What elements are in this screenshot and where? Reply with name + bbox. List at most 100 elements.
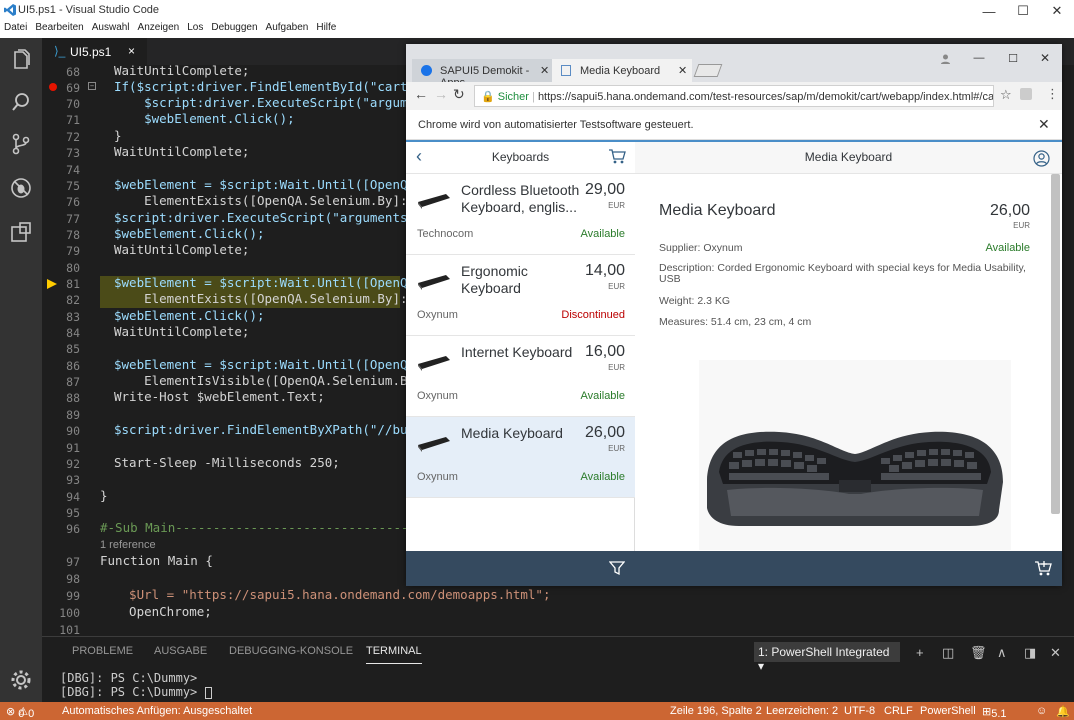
code-line: $webElement.Click(); (114, 226, 265, 241)
code-line: WaitUntilComplete; (114, 144, 250, 159)
line-number: 69 (66, 81, 80, 95)
indentation[interactable]: Leerzeichen: 2 (766, 705, 838, 717)
infobar-close-icon[interactable]: ✕ (1038, 116, 1050, 133)
line-number: 71 (66, 113, 80, 127)
tab-debugging-konsole[interactable]: DEBUGGING-KONSOLE (229, 645, 353, 657)
product-name: Media Keyboard (461, 425, 563, 441)
menu-debuggen[interactable]: Debuggen (211, 22, 257, 38)
cursor-position[interactable]: Zeile 196, Spalte 2 (670, 705, 762, 717)
chevron-up-icon[interactable]: ∧ (997, 645, 1007, 661)
menu-bar: Datei Bearbeiten Auswahl Anzeigen Los De… (0, 22, 1074, 38)
product-list-item[interactable]: Cordless Bluetooth Keyboard, englis... 29… (406, 174, 635, 255)
feedback-icon[interactable]: ☺ (1036, 705, 1047, 717)
tab-media-keyboard[interactable]: Media Keyboard ✕ (552, 59, 692, 82)
terminal-cursor (204, 686, 212, 699)
menu-datei[interactable]: Datei (4, 22, 27, 38)
tab-close-icon[interactable]: ✕ (540, 64, 549, 77)
star-icon[interactable]: ☆ (1000, 87, 1012, 103)
tab-sapui5-demokit[interactable]: SAPUI5 Demokit - Apps ✕ (412, 59, 552, 89)
terminal-select[interactable]: 1: PowerShell Integrated ▾ (754, 642, 900, 673)
new-tab-button[interactable] (693, 64, 723, 77)
menu-aufgaben[interactable]: Aufgaben (266, 22, 309, 38)
debug-icon[interactable] (9, 176, 33, 200)
menu-los[interactable]: Los (187, 22, 203, 38)
auto-attach-status[interactable]: Automatisches Anfügen: Ausgeschaltet (62, 705, 252, 717)
line-number: 75 (66, 179, 80, 193)
cart-icon[interactable] (608, 149, 626, 165)
encoding[interactable]: UTF-8 (844, 705, 875, 717)
detail-scrollbar[interactable] (1051, 174, 1060, 514)
menu-anzeigen[interactable]: Anzeigen (138, 22, 180, 38)
line-number: 94 (66, 490, 80, 504)
source-control-icon[interactable] (9, 132, 33, 156)
code-line: WaitUntilComplete; (114, 242, 250, 257)
new-terminal-icon[interactable]: + (916, 645, 924, 660)
chrome-close-button[interactable]: ✕ (1028, 44, 1062, 72)
line-number: 73 (66, 146, 80, 160)
detail-product-name: Media Keyboard (659, 202, 776, 219)
tab-close-icon[interactable]: × (128, 44, 135, 58)
breakpoint-icon[interactable] (49, 83, 57, 91)
bottom-panel: PROBLEME AUSGABE DEBUGGING-KONSOLE TERMI… (42, 636, 1074, 702)
explorer-icon[interactable] (9, 48, 33, 72)
close-window-button[interactable]: ✕ (1040, 0, 1074, 22)
code-line: OpenChrome; (114, 604, 212, 619)
line-number: 89 (66, 408, 80, 422)
code-line: Write-Host $webElement.Text; (114, 389, 325, 404)
menu-hilfe[interactable]: Hilfe (316, 22, 336, 38)
filter-icon[interactable] (609, 560, 625, 576)
detail-supplier: Supplier: Oxynum (659, 242, 743, 254)
product-list-item[interactable]: Internet Keyboard 16,00 EUR Oxynum Available (406, 336, 635, 417)
settings-gear-icon[interactable] (9, 668, 33, 692)
chrome-window: SAPUI5 Demokit - Apps ✕ Media Keyboard ✕… (406, 44, 1062, 586)
line-number: 74 (66, 163, 80, 177)
forward-arrow-icon[interactable]: → (434, 86, 448, 102)
line-number: 68 (66, 65, 80, 79)
add-to-cart-icon[interactable] (1034, 560, 1052, 577)
address-bar[interactable]: 🔒 Sicher | https://sapui5.hana.ondemand.… (474, 85, 994, 107)
chrome-maximize-button[interactable]: ☐ (996, 44, 1030, 72)
maximize-button[interactable]: ☐ (1006, 0, 1040, 22)
back-arrow-icon[interactable]: ← (414, 86, 428, 102)
errors-status[interactable]: ⊗ 0 ⚠ 0 (6, 705, 34, 720)
product-list-item[interactable]: Ergonomic Keyboard 14,00 EUR Oxynum Disconti… (406, 255, 635, 336)
search-icon[interactable] (9, 90, 33, 114)
minimize-button[interactable]: — (972, 0, 1006, 22)
maximize-panel-icon[interactable]: ◨ (1024, 645, 1036, 661)
terminal-line: [DBG]: PS C:\Dummy> (60, 671, 198, 685)
code-line: $Url = "https://sapui5.hana.ondemand.com… (114, 587, 551, 602)
language-mode[interactable]: PowerShell (920, 705, 976, 717)
profile-icon[interactable] (940, 53, 951, 64)
tab-probleme[interactable]: PROBLEME (72, 645, 133, 657)
secure-label: Sicher (497, 91, 529, 103)
detail-status: Available (985, 242, 1030, 254)
menu-bearbeiten[interactable]: Bearbeiten (35, 22, 83, 38)
split-terminal-icon[interactable]: ◫ (942, 645, 954, 661)
chrome-menu-icon[interactable]: ⋮ (1046, 86, 1059, 102)
tab-ui5-ps1[interactable]: ⟩_ UI5.ps1 × (42, 38, 147, 65)
terminal-select-value: 1: PowerShell Integrated (758, 645, 890, 659)
line-number: 90 (66, 424, 80, 438)
code-line: $webElement = $script:Wait.Until([OpenQA… (114, 357, 446, 372)
close-panel-icon[interactable]: ✕ (1050, 645, 1061, 661)
reload-icon[interactable]: ↻ (453, 86, 465, 103)
tab-close-icon[interactable]: ✕ (678, 64, 687, 77)
line-number: 72 (66, 130, 80, 144)
fold-icon[interactable]: − (88, 82, 96, 90)
tab-terminal[interactable]: TERMINAL (366, 645, 422, 664)
extensions-icon[interactable] (9, 220, 33, 244)
extension-icon[interactable] (1020, 88, 1032, 100)
user-icon[interactable] (1033, 150, 1050, 167)
line-ending[interactable]: CRLF (884, 705, 913, 717)
menu-auswahl[interactable]: Auswahl (92, 22, 130, 38)
tab-ausgabe[interactable]: AUSGABE (154, 645, 207, 657)
chrome-minimize-button[interactable]: — (962, 44, 996, 72)
product-list-item[interactable]: Media Keyboard 26,00 EUR Oxynum Available (406, 417, 635, 498)
code-line: WaitUntilComplete; (114, 324, 250, 339)
trash-icon[interactable]: 🗑 (970, 645, 987, 661)
notifications-icon[interactable]: 🔔 (1056, 705, 1070, 718)
debug-arrow-icon (47, 279, 57, 289)
code-line: $script:driver.FindElementByXPath("//but… (114, 422, 446, 437)
powershell-version[interactable]: ⊞ 5.1 (982, 705, 1007, 720)
codelens-reference[interactable]: 1 reference (100, 539, 156, 551)
